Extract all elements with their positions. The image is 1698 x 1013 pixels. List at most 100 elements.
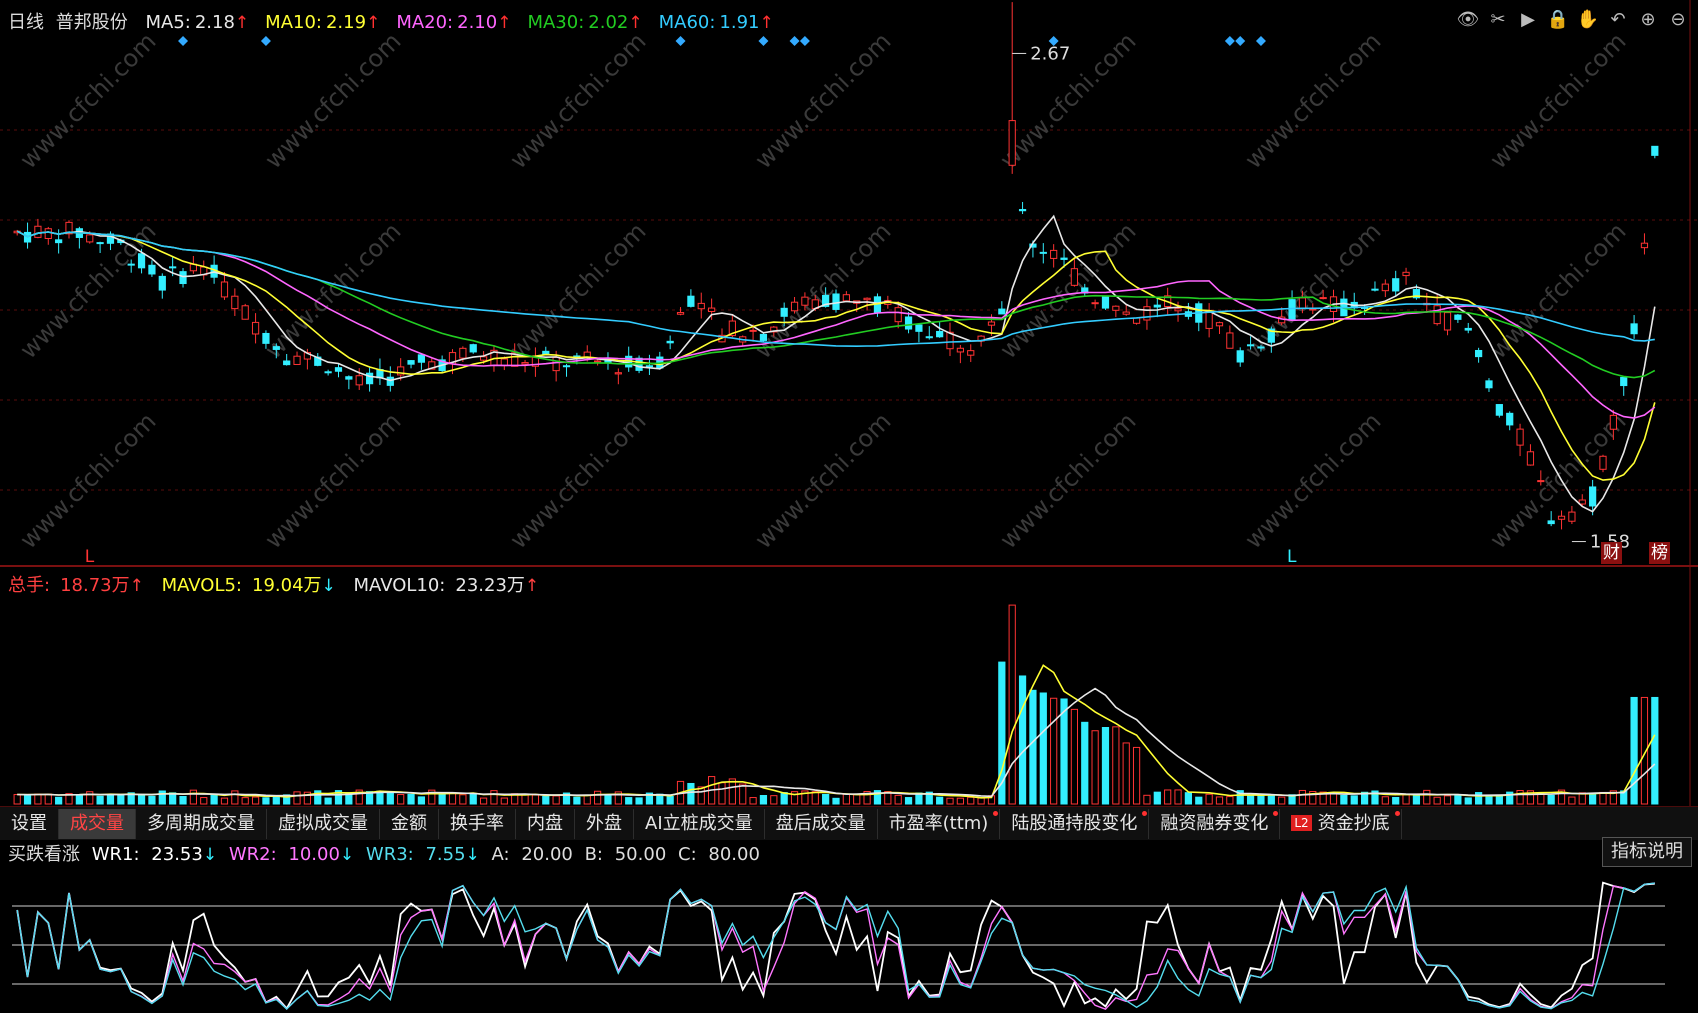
wr3-label: WR3: [365, 844, 414, 865]
indicator-help-button[interactable]: 指标说明 [1602, 837, 1692, 867]
candle-body [1640, 242, 1649, 249]
volume-bar [293, 791, 301, 805]
tab-12[interactable]: 融资融券变化 [1149, 809, 1281, 839]
volume-bar [200, 797, 208, 805]
candle-body [96, 242, 104, 245]
volume-bar [1443, 795, 1452, 805]
mavol10: MAVOL10: 23.23万↑ [354, 575, 546, 596]
tab-8[interactable]: AI立桩成交量 [634, 809, 765, 839]
wr-pane[interactable]: 买跌看涨 WR1: 23.53↓ WR2: 10.00↓ WR3: 7.55↓ … [0, 840, 1698, 1013]
eye-icon[interactable]: 👁 [1456, 8, 1480, 32]
volume-bar [822, 793, 830, 805]
volume-chart[interactable] [0, 568, 1698, 806]
tag-cai[interactable]: 财 [1601, 542, 1622, 564]
volume-bar [1589, 792, 1597, 805]
candle-body [666, 340, 674, 344]
volume-bar [894, 794, 902, 805]
candlestick-chart[interactable]: www.cfchi.com www.cfchi.com www.cfchi.com w… [0, 0, 1698, 568]
candle-body [904, 316, 913, 330]
wr-c-label: C: [678, 844, 697, 865]
candle-body [241, 305, 249, 320]
tab-11[interactable]: 陆股通持股变化 [1000, 809, 1150, 839]
tab-label: 换手率 [450, 813, 504, 834]
ma-legend-label: MA10: [265, 12, 322, 33]
volume-bar [1143, 794, 1151, 805]
candle-body [148, 264, 156, 275]
ma-legend-label: MA20: [396, 12, 454, 33]
tab-5[interactable]: 换手率 [439, 809, 516, 839]
volume-bar [780, 792, 788, 805]
candle-body [1589, 486, 1597, 507]
volume-pane[interactable]: 总手: 18.73万↑ MAVOL5: 19.04万↓ MAVOL10: 23.23万… [0, 568, 1698, 806]
volume-bar [1568, 796, 1576, 805]
tab-label: 多周期成交量 [147, 813, 255, 834]
volume-bar [407, 793, 415, 805]
tab-4[interactable]: 金额 [380, 809, 439, 839]
candle-body [614, 372, 622, 375]
candle-body [1433, 305, 1441, 325]
volume-bar [75, 794, 83, 805]
l-marker: L [1287, 547, 1297, 567]
volume-bar [490, 790, 498, 805]
candle-body [956, 347, 964, 353]
candle-body [749, 329, 757, 332]
tab-10[interactable]: 市盈率(ttm) [878, 809, 1001, 839]
zoom-out-icon[interactable]: ⊖ [1666, 8, 1690, 32]
candle-body [1174, 308, 1182, 312]
candle-body [697, 302, 705, 310]
volume-bar [1112, 726, 1120, 805]
volume-bar [1278, 796, 1286, 805]
wr-c-value: 80.00 [708, 844, 760, 865]
candle-body [272, 346, 280, 350]
volume-bar [1537, 793, 1545, 805]
candle-body [1205, 311, 1213, 329]
tab-9[interactable]: 盘后成交量 [765, 809, 878, 839]
volume-bar [1060, 698, 1068, 805]
volume-bar [1195, 796, 1203, 805]
volume-bar [23, 794, 32, 805]
tab-6[interactable]: 内盘 [516, 809, 575, 839]
wr-info-row: 买跌看涨 WR1: 23.53↓ WR2: 10.00↓ WR3: 7.55↓ … [8, 840, 766, 866]
scissors-icon[interactable]: ✂ [1486, 8, 1510, 32]
tab-13[interactable]: L2 资金抄底 [1280, 809, 1402, 839]
tab-0[interactable]: 设置 [0, 809, 59, 839]
tab-1[interactable]: 成交量 [59, 809, 136, 839]
tab-7[interactable]: 外盘 [575, 809, 634, 839]
tab-2[interactable]: 多周期成交量 [136, 809, 267, 839]
candle-body [863, 297, 871, 301]
tag-bang[interactable]: 榜 [1649, 542, 1670, 564]
zoom-in-icon[interactable]: ⊕ [1636, 8, 1660, 32]
wr2-label: WR2: [228, 844, 277, 865]
volume-bar [1215, 796, 1224, 805]
ma-legend-value: 2.18 [194, 12, 235, 33]
hand-icon[interactable]: ✋ [1576, 8, 1600, 32]
undo-icon[interactable]: ↶ [1606, 8, 1630, 32]
candle-body [251, 321, 260, 335]
volume-bar [904, 797, 913, 805]
volume-bar [34, 793, 42, 805]
wr2-value: 10.00 [288, 844, 340, 865]
volume-bar [1184, 792, 1193, 805]
lock-icon[interactable]: 🔒 [1546, 8, 1570, 32]
volume-bar [500, 797, 508, 805]
ma-legend-item: MA60: 1.91↑ [659, 12, 780, 33]
candle-body [842, 294, 850, 302]
mavol10-label: MAVOL10: [353, 575, 446, 596]
tab-3[interactable]: 虚拟成交量 [267, 809, 380, 839]
volume-bar [739, 783, 747, 805]
total-volume-arrow: ↑ [129, 576, 144, 596]
ma-legend-item: MA20: 2.10↑ [396, 12, 517, 33]
ma-legend-arrow: ↑ [234, 13, 250, 33]
price-pane[interactable]: www.cfchi.com www.cfchi.com www.cfchi.com w… [0, 0, 1698, 568]
candle-body [1599, 455, 1607, 470]
play-icon[interactable]: ▶ [1516, 8, 1540, 32]
candle-body [1381, 283, 1389, 292]
tab-label: 金额 [391, 813, 427, 834]
volume-bar [137, 794, 146, 805]
volume-bar [1205, 793, 1213, 805]
volume-bar [417, 796, 426, 805]
candle-body [832, 293, 840, 310]
candle-body [293, 355, 301, 365]
volume-bar [666, 795, 674, 805]
volume-bar [1246, 795, 1255, 805]
